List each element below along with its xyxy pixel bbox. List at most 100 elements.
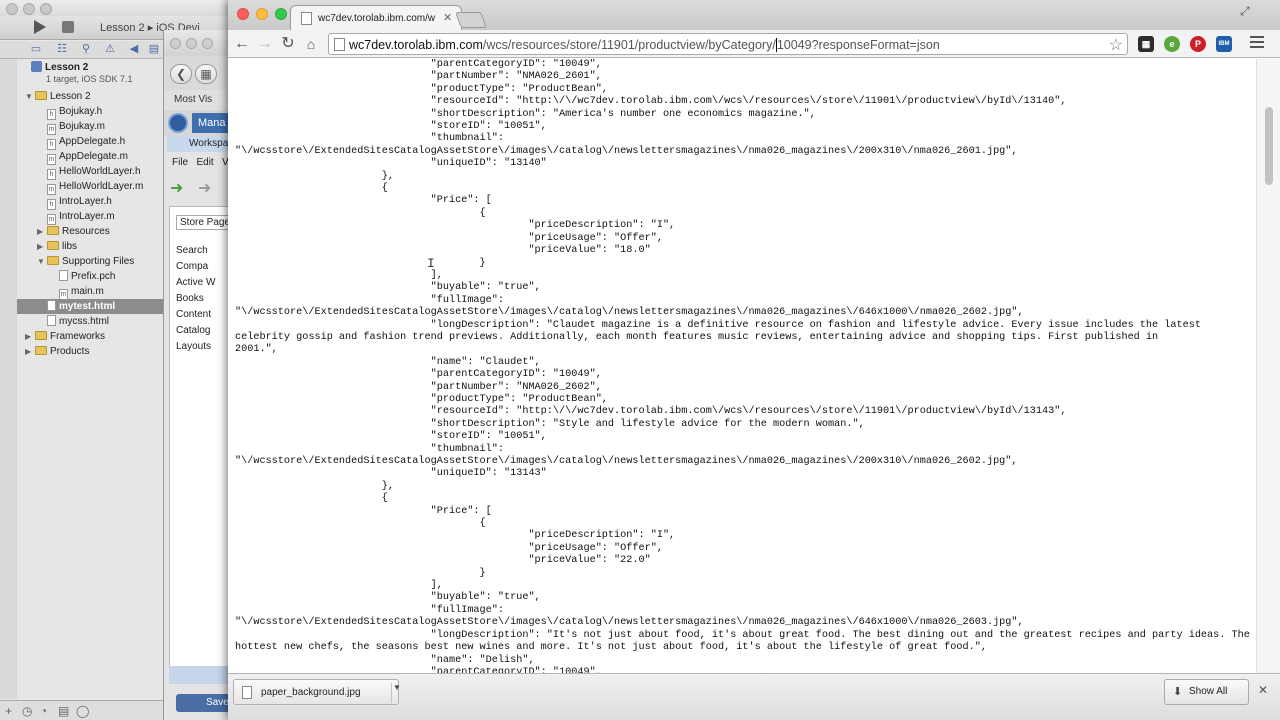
download-item[interactable]: paper_background.jpg ▼ <box>233 679 401 705</box>
disclosure-closed-icon[interactable]: ▶ <box>37 239 47 254</box>
breakpoint-icon[interactable]: ◀ <box>128 44 140 55</box>
navigator-item-label: AppDelegate.m <box>59 151 128 162</box>
address-bar[interactable]: wc7dev.torolab.ibm.com/wcs/resources/sto… <box>328 33 1128 55</box>
navigator-item-label: Prefix.pch <box>71 271 116 282</box>
navigator-folder[interactable]: ▶ Resources <box>37 224 110 239</box>
folder-icon <box>35 331 47 340</box>
menu-edit[interactable]: Edit <box>196 157 213 168</box>
xcode-minimize-light[interactable] <box>23 3 35 15</box>
forward-icon[interactable]: → <box>255 34 275 54</box>
navigator-file[interactable]: m HelloWorldLayer.m <box>37 179 143 195</box>
explorer-row[interactable]: Layouts <box>176 341 211 352</box>
xcode-close-light[interactable] <box>6 3 18 15</box>
navigator-file[interactable]: h Bojukay.h <box>37 104 102 120</box>
disclosure-closed-icon[interactable]: ▶ <box>37 224 47 239</box>
navigator-file[interactable]: mycss.html <box>37 314 109 329</box>
navigator-folder[interactable]: ▼ Supporting Files <box>37 254 134 269</box>
save-button[interactable]: Save <box>176 694 234 712</box>
recent-icon[interactable]: ◷ <box>22 704 32 718</box>
scroll-thumb[interactable] <box>1265 107 1273 185</box>
navigator-item-label: mycss.html <box>59 316 109 327</box>
scm-icon[interactable]: ▤ <box>58 704 69 718</box>
log-icon[interactable]: ▤ <box>148 44 160 55</box>
navigator-file[interactable]: m main.m <box>49 284 104 300</box>
navigator-file[interactable]: h IntroLayer.h <box>37 194 112 210</box>
disclosure-closed-icon[interactable]: ▶ <box>25 329 35 344</box>
warning-icon[interactable]: ⚠ <box>104 44 116 55</box>
explorer-row[interactable]: Active W <box>176 277 215 288</box>
navigator-item-label: main.m <box>71 286 104 297</box>
navigator-file[interactable]: m Bojukay.m <box>37 119 105 135</box>
fullscreen-icon[interactable]: ⤢ <box>1240 4 1250 19</box>
url-text[interactable]: wc7dev.torolab.ibm.com/wcs/resources/sto… <box>349 37 940 53</box>
file-icon <box>242 686 252 699</box>
run-icon[interactable] <box>34 20 46 34</box>
buffer-extension-icon[interactable]: ▦ <box>1138 36 1154 52</box>
navigator-folder[interactable]: ▶ Frameworks <box>25 329 105 344</box>
page-icon <box>334 38 345 51</box>
back-icon[interactable]: ← <box>232 34 252 54</box>
mid-titlebar <box>164 30 234 56</box>
stop-icon[interactable] <box>62 21 74 33</box>
new-tab-button[interactable] <box>455 12 487 28</box>
explorer-row[interactable]: Books <box>176 293 204 304</box>
forward-arrow-icon[interactable]: ➜ <box>198 178 211 198</box>
ibm-extension-icon[interactable]: IBM <box>1216 36 1232 52</box>
workspace-tab[interactable]: Workspa <box>167 136 234 152</box>
download-menu-arrow-icon[interactable]: ▼ <box>393 683 401 692</box>
search-icon[interactable]: ⚲ <box>80 44 92 55</box>
add-icon[interactable]: + <box>5 704 12 718</box>
close-light[interactable] <box>237 8 249 20</box>
disclosure-closed-icon[interactable]: ▶ <box>25 344 35 359</box>
vertical-scrollbar[interactable] <box>1256 59 1280 673</box>
navigator-file[interactable]: m AppDelegate.m <box>37 149 128 165</box>
mid-grid-icon[interactable]: ▦ <box>195 64 217 84</box>
evernote-extension-icon[interactable]: e <box>1164 36 1180 52</box>
mid-minimize-light[interactable] <box>186 38 197 49</box>
navigator-file[interactable]: mytest.html <box>17 299 163 314</box>
navigator-folder[interactable]: ▼ Lesson 2 <box>25 89 91 104</box>
navigator-file[interactable]: h HelloWorldLayer.h <box>37 164 141 180</box>
zoom-light[interactable] <box>275 8 287 20</box>
navigator-file[interactable]: m IntroLayer.m <box>37 209 115 225</box>
bookmark-star-icon[interactable]: ☆ <box>1109 35 1123 55</box>
navigator-folder[interactable]: ▶ libs <box>37 239 77 254</box>
mid-bookmark-most-visited[interactable]: Most Vis <box>164 90 234 110</box>
close-download-shelf-icon[interactable]: ✕ <box>1258 683 1268 697</box>
minimize-light[interactable] <box>256 8 268 20</box>
filter-icon[interactable]: ◯ <box>76 704 89 718</box>
explorer-row[interactable]: Search <box>176 245 208 256</box>
tab-close-icon[interactable]: ✕ <box>443 11 452 24</box>
show-all-downloads-button[interactable]: ⬇ Show All <box>1164 679 1249 705</box>
pinterest-extension-icon[interactable]: P <box>1190 36 1206 52</box>
navigator-file[interactable]: Prefix.pch <box>49 269 115 284</box>
ibeam-cursor-icon: I <box>427 256 435 271</box>
store-pages-dropdown[interactable]: Store Pages <box>176 215 235 230</box>
explorer-row[interactable]: Content <box>176 309 211 320</box>
menu-file[interactable]: File <box>172 157 188 168</box>
navigator-folder[interactable]: ▶ Products <box>25 344 89 359</box>
xcode-zoom-light[interactable] <box>40 3 52 15</box>
green-back-arrow-icon[interactable]: ➜ <box>170 178 183 198</box>
navigator-file[interactable]: h AppDelegate.h <box>37 134 125 150</box>
disclosure-open-icon[interactable]: ▼ <box>37 254 47 269</box>
navigator-item-label: HelloWorldLayer.h <box>59 166 141 177</box>
mid-zoom-light[interactable] <box>202 38 213 49</box>
explorer-row[interactable]: Catalog <box>176 325 210 336</box>
reload-icon[interactable]: ↻ <box>278 34 298 54</box>
tab-strip: wc7dev.torolab.ibm.com/w ✕ ⤢ <box>228 0 1280 31</box>
mid-back-icon[interactable]: ❮ <box>170 64 192 84</box>
disclosure-open-icon[interactable]: ▼ <box>25 89 35 104</box>
folder-icon[interactable]: ▭ <box>30 44 42 55</box>
mid-close-light[interactable] <box>170 38 181 49</box>
navigator-selector-bar: ▭ ☷ ⚲ ⚠ ◀ ▤ <box>0 41 163 59</box>
page-content[interactable]: "parentCategoryID": "10049", "partNumber… <box>228 59 1256 673</box>
clock-icon[interactable]: ◔ <box>40 704 47 718</box>
tab-active[interactable]: wc7dev.torolab.ibm.com/w ✕ <box>290 5 462 31</box>
mid-status-bar <box>169 666 234 684</box>
home-icon[interactable]: ⌂ <box>301 34 321 54</box>
explorer-row[interactable]: Compa <box>176 261 208 272</box>
hierarchy-icon[interactable]: ☷ <box>56 44 68 55</box>
tab-title: wc7dev.torolab.ibm.com/w <box>318 13 436 24</box>
chrome-menu-icon[interactable] <box>1250 36 1264 50</box>
